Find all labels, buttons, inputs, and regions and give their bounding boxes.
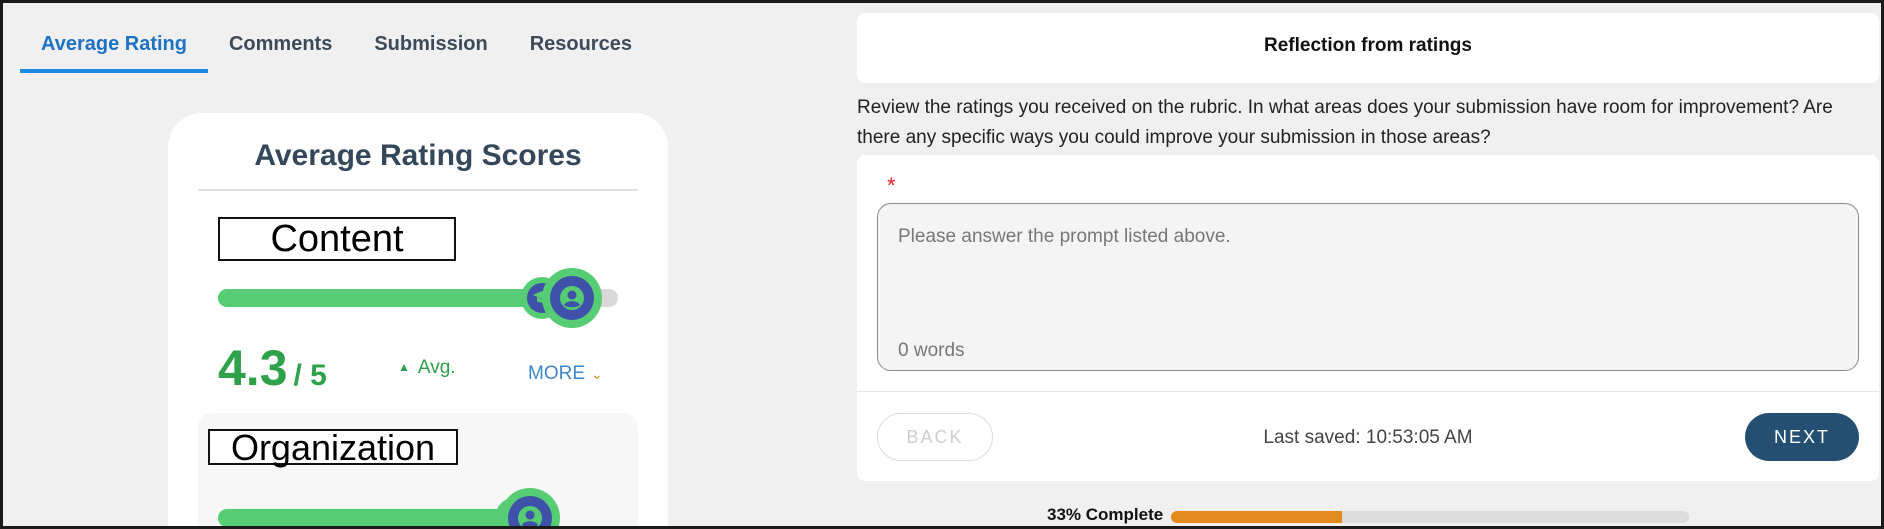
last-saved-status: Last saved: 10:53:05 AM [1263, 427, 1473, 448]
ratings-panel: Average Rating Comments Submission Resou… [3, 3, 853, 526]
reflection-prompt: Review the ratings you received on the r… [857, 97, 1833, 148]
reflection-textarea[interactable]: Please answer the prompt listed above. 0… [877, 203, 1859, 371]
progress-bar [1171, 511, 1689, 523]
progress-label: 33% Complete [1047, 505, 1164, 524]
tab-resources[interactable]: Resources [509, 21, 653, 73]
avg-label: Avg. [417, 357, 456, 378]
score-max: / 5 [293, 359, 327, 392]
your-rating-knob [542, 268, 602, 328]
slider-fill [218, 509, 522, 526]
required-marker: * [887, 173, 896, 198]
slider-fill [218, 289, 562, 307]
word-count: 0 words [898, 340, 965, 361]
score-value: 4.3 [218, 340, 288, 396]
user-avatar-icon [550, 276, 594, 320]
form-divider [857, 391, 1879, 392]
reflection-header: Reflection from ratings [857, 13, 1879, 83]
card-title: Average Rating Scores [254, 139, 582, 172]
next-button[interactable]: NEXT [1745, 413, 1859, 461]
reflection-form: * Please answer the prompt listed above.… [857, 155, 1879, 481]
more-button[interactable]: MORE ⌄ [528, 363, 603, 385]
chevron-down-icon: ⌄ [591, 366, 603, 382]
criterion-label-organization: Organization [208, 429, 458, 466]
tab-average-rating[interactable]: Average Rating [20, 21, 208, 73]
avg-indicator: ▲ Avg. [398, 357, 456, 379]
textarea-placeholder: Please answer the prompt listed above. [898, 226, 1231, 247]
tab-comments[interactable]: Comments [208, 21, 353, 73]
triangle-up-icon: ▲ [398, 360, 410, 374]
tab-bar: Average Rating Comments Submission Resou… [20, 21, 653, 73]
reflection-title: Reflection from ratings [1264, 35, 1472, 56]
card-divider [198, 189, 638, 191]
criterion-label-content: Content [218, 217, 456, 261]
tab-submission[interactable]: Submission [353, 21, 508, 73]
content-score: 4.3/ 5 [218, 339, 327, 397]
more-label: MORE [528, 363, 585, 384]
user-avatar-icon [507, 496, 552, 526]
progress-fill [1171, 511, 1342, 523]
average-rating-card: Average Rating Scores Content 4.3/ 5 ▲ A… [168, 113, 668, 526]
app-frame: Average Rating Comments Submission Resou… [0, 0, 1884, 529]
